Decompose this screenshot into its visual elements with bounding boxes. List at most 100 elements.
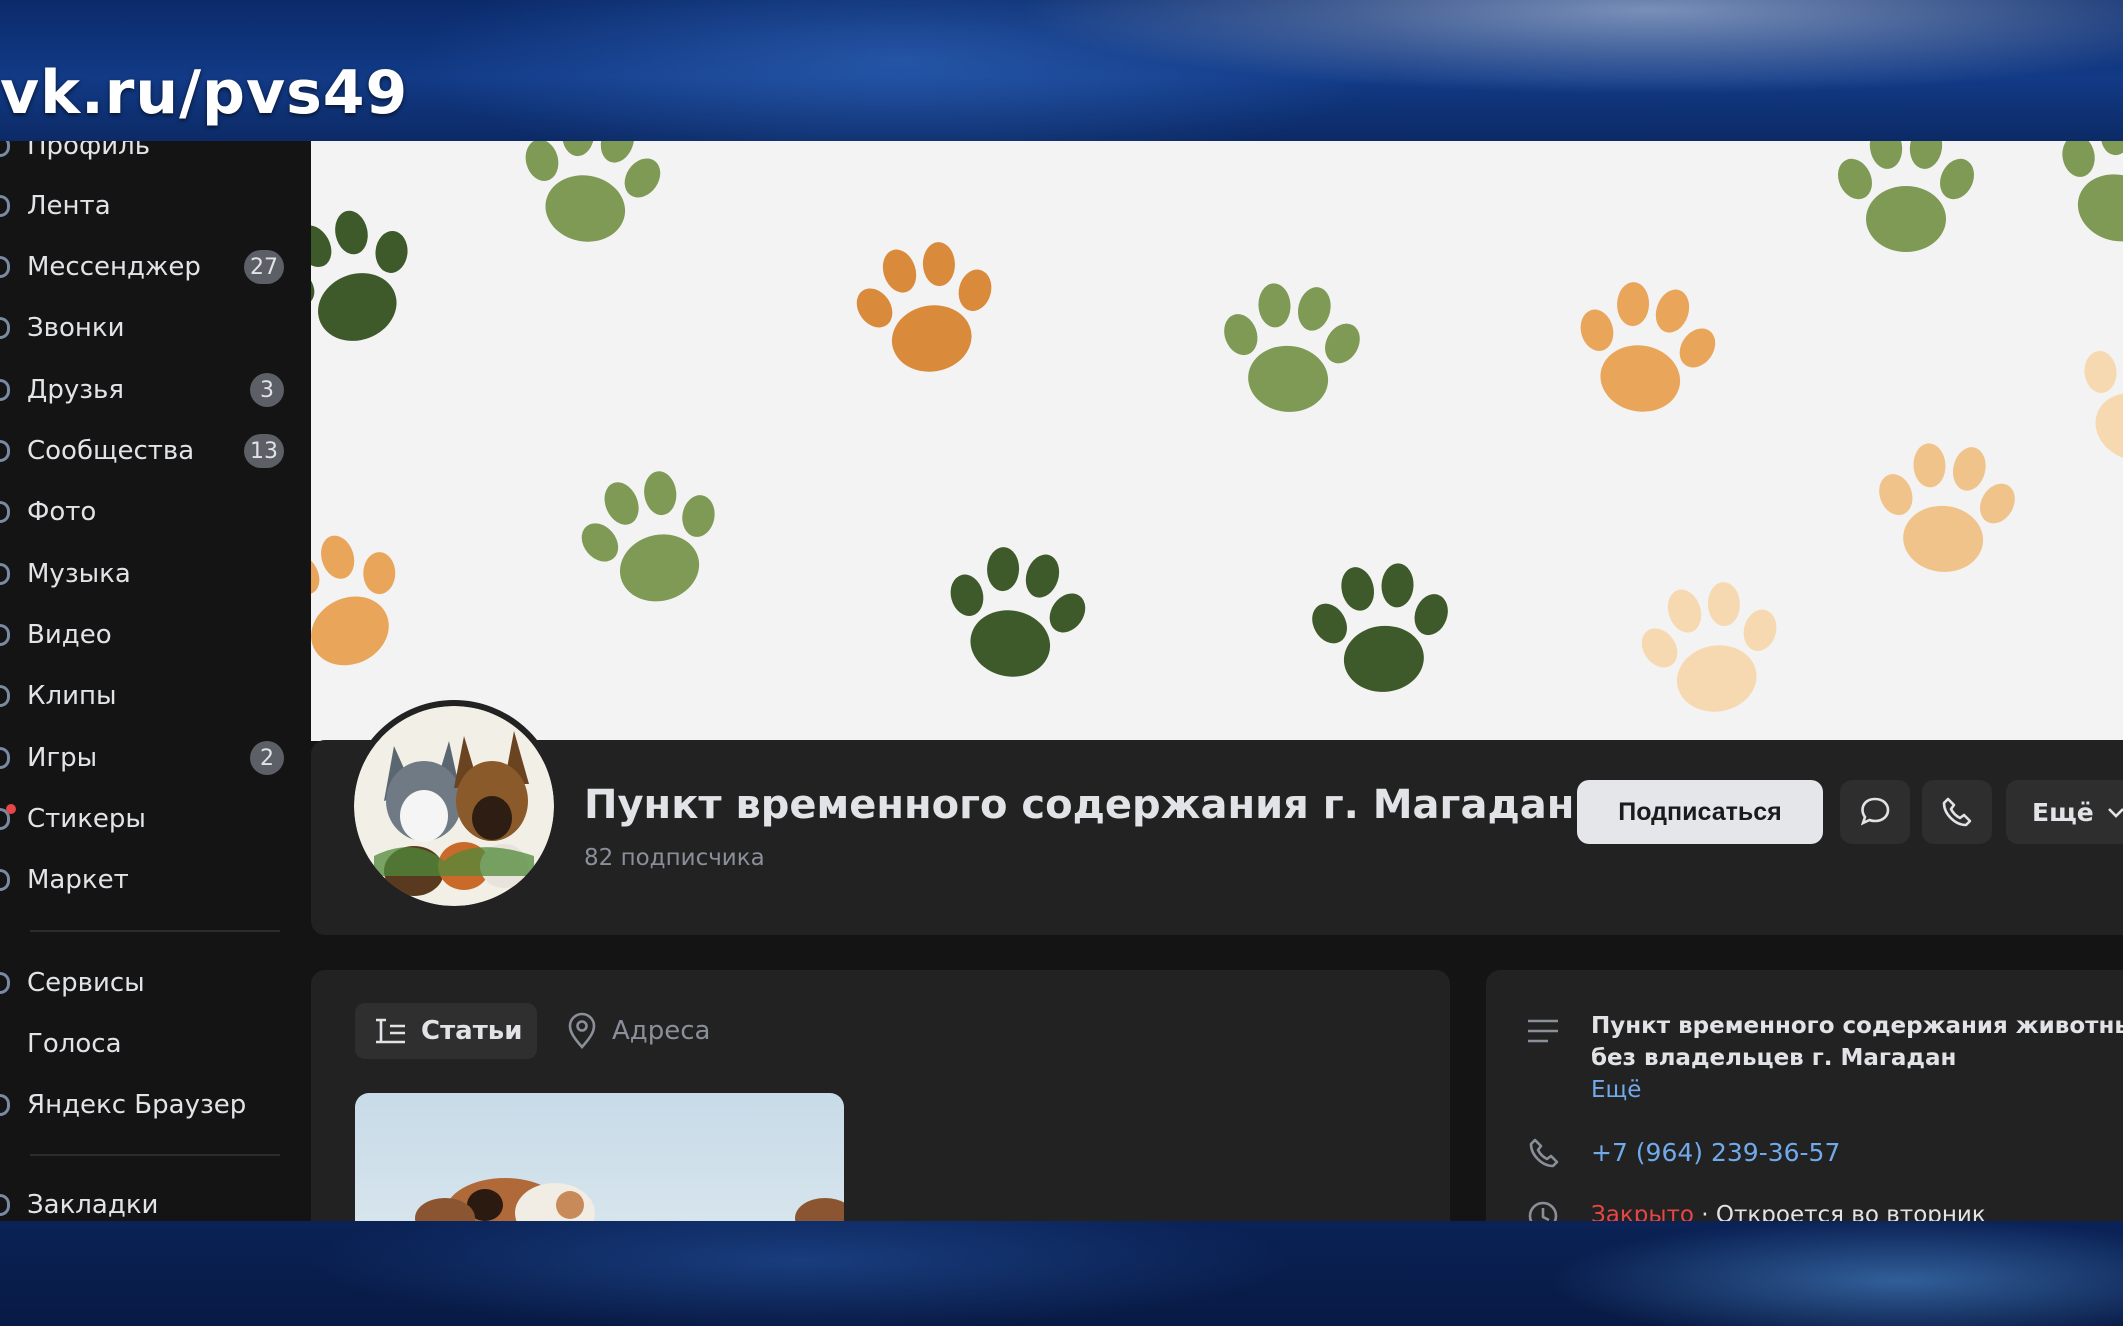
sidebar-item-label: Лента — [27, 191, 111, 221]
sidebar-item-photos[interactable]: Фото — [0, 487, 290, 537]
bookmarks-icon — [0, 1194, 10, 1216]
clock-icon — [1528, 1201, 1558, 1221]
paw-print-icon — [1301, 556, 1461, 699]
more-button[interactable]: Ещё — [2006, 780, 2123, 844]
sidebar-divider — [30, 1154, 280, 1156]
sidebar-item-label: Голоса — [27, 1029, 122, 1059]
sidebar-item-label: Друзья — [27, 375, 124, 405]
sidebar-item-label: Закладки — [27, 1190, 159, 1220]
messenger-icon — [0, 256, 10, 278]
communities-badge: 13 — [244, 434, 284, 468]
phone-icon — [1529, 1138, 1559, 1168]
tab-articles[interactable]: Статьи — [355, 1003, 537, 1059]
sidebar-item-votes[interactable]: Голоса — [0, 1019, 290, 1069]
more-button-label: Ещё — [2032, 797, 2094, 827]
sidebar-item-games[interactable]: Игры 2 — [0, 733, 290, 783]
tab-addresses[interactable]: Адреса — [566, 1003, 711, 1059]
call-button[interactable] — [1922, 780, 1992, 844]
games-badge: 2 — [250, 741, 284, 775]
group-header: Пункт временного содержания г. Магадан 8… — [311, 700, 2123, 935]
new-indicator-dot — [6, 804, 16, 814]
group-info: Пункт временного содержания животных без… — [1486, 970, 2123, 1221]
phone-link[interactable]: +7 (964) 239-36-57 — [1591, 1138, 1840, 1167]
sidebar-item-profile[interactable]: Профиль — [0, 141, 290, 171]
tab-label: Адреса — [612, 1016, 711, 1046]
chat-bubble-icon — [1860, 797, 1890, 826]
sidebar-item-label: Маркет — [27, 865, 129, 895]
sidebar-item-video[interactable]: Видео — [0, 610, 290, 660]
subscribe-button[interactable]: Подписаться — [1577, 780, 1823, 844]
paw-print-icon — [2053, 311, 2123, 484]
paw-print-icon — [506, 141, 676, 254]
paw-print-icon — [311, 512, 432, 693]
content-block: Статьи Адреса — [311, 970, 1450, 1221]
sidebar-item-label: Звонки — [27, 313, 125, 343]
description-icon — [1528, 1019, 1558, 1043]
paw-print-icon — [841, 231, 1011, 384]
paw-print-icon — [931, 536, 1101, 689]
paw-print-icon — [1211, 276, 1371, 419]
sidebar-item-communities[interactable]: Сообщества 13 — [0, 426, 290, 476]
sidebar-item-label: Профиль — [27, 141, 151, 161]
communities-icon — [0, 440, 10, 462]
paw-print-icon — [1561, 271, 1731, 424]
puppies-image — [415, 1178, 844, 1221]
subscribers-count[interactable]: 82 подписчика — [584, 845, 765, 871]
sidebar-item-clips[interactable]: Клипы — [0, 671, 290, 721]
sidebar-item-calls[interactable]: Звонки — [0, 303, 290, 353]
sidebar-item-bookmarks[interactable]: Закладки — [0, 1180, 290, 1221]
location-pin-icon — [568, 1012, 596, 1049]
sidebar-item-label: Игры — [27, 743, 98, 773]
status-next-open: · Откроется во вторник — [1701, 1202, 1986, 1221]
messenger-badge: 27 — [244, 250, 284, 284]
group-title: Пункт временного содержания г. Магадан — [584, 782, 1575, 828]
games-icon — [0, 747, 10, 769]
sidebar-item-label: Сообщества — [27, 436, 195, 466]
phone-icon — [1942, 797, 1972, 827]
profile-icon — [0, 141, 10, 157]
sidebar-item-music[interactable]: Музыка — [0, 549, 290, 599]
broadcast-bottom-banner — [0, 1221, 2123, 1326]
articles-icon — [376, 1018, 405, 1044]
sidebar-item-services[interactable]: Сервисы — [0, 958, 290, 1008]
chevron-down-icon — [2107, 808, 2123, 818]
music-icon — [0, 563, 10, 585]
votes-icon — [0, 1033, 10, 1055]
sidebar-item-messenger[interactable]: Мессенджер 27 — [0, 242, 290, 292]
description-more-link[interactable]: Ещё — [1591, 1077, 1641, 1103]
sidebar-item-market[interactable]: Маркет — [0, 855, 290, 905]
sidebar-item-yandex-browser[interactable]: Яндекс Браузер — [0, 1080, 290, 1130]
left-sidebar: Профиль Лента Мессенджер 27 Звонки Друзья… — [0, 141, 310, 1221]
calls-icon — [0, 317, 10, 339]
broadcast-url: vk.ru/pvs49 — [0, 58, 409, 128]
paw-print-icon — [562, 455, 740, 620]
sidebar-item-label: Клипы — [27, 681, 117, 711]
yandex-browser-icon — [0, 1094, 10, 1116]
paw-print-icon — [2037, 141, 2123, 260]
sidebar-item-feed[interactable]: Лента — [0, 181, 290, 231]
dogs-avatar-image — [354, 706, 554, 906]
paw-print-icon — [1831, 141, 1981, 252]
sidebar-item-stickers[interactable]: Стикеры — [0, 794, 290, 844]
sidebar-item-label: Видео — [27, 620, 112, 650]
tab-label: Статьи — [421, 1016, 523, 1046]
sidebar-item-label: Сервисы — [27, 968, 145, 998]
sidebar-item-label: Мессенджер — [27, 252, 201, 282]
article-thumbnail[interactable] — [355, 1093, 844, 1221]
group-description: Пункт временного содержания животных без… — [1591, 1013, 2123, 1071]
services-icon — [0, 972, 10, 994]
sidebar-item-label: Фото — [27, 497, 97, 527]
paw-print-icon — [1866, 436, 2026, 579]
clips-icon — [0, 685, 10, 707]
sidebar-item-friends[interactable]: Друзья 3 — [0, 365, 290, 415]
broadcast-top-banner: vk.ru/pvs49 — [0, 0, 2123, 141]
group-avatar[interactable] — [348, 700, 560, 912]
sidebar-item-label: Музыка — [27, 559, 131, 589]
sidebar-item-label: Яндекс Браузер — [27, 1090, 247, 1120]
paw-print-icon — [1626, 571, 1796, 724]
photos-icon — [0, 501, 10, 523]
message-button[interactable] — [1840, 780, 1910, 844]
vk-screen: Профиль Лента Мессенджер 27 Звонки Друзья… — [0, 141, 2123, 1221]
video-icon — [0, 624, 10, 646]
group-cover — [311, 141, 2123, 741]
